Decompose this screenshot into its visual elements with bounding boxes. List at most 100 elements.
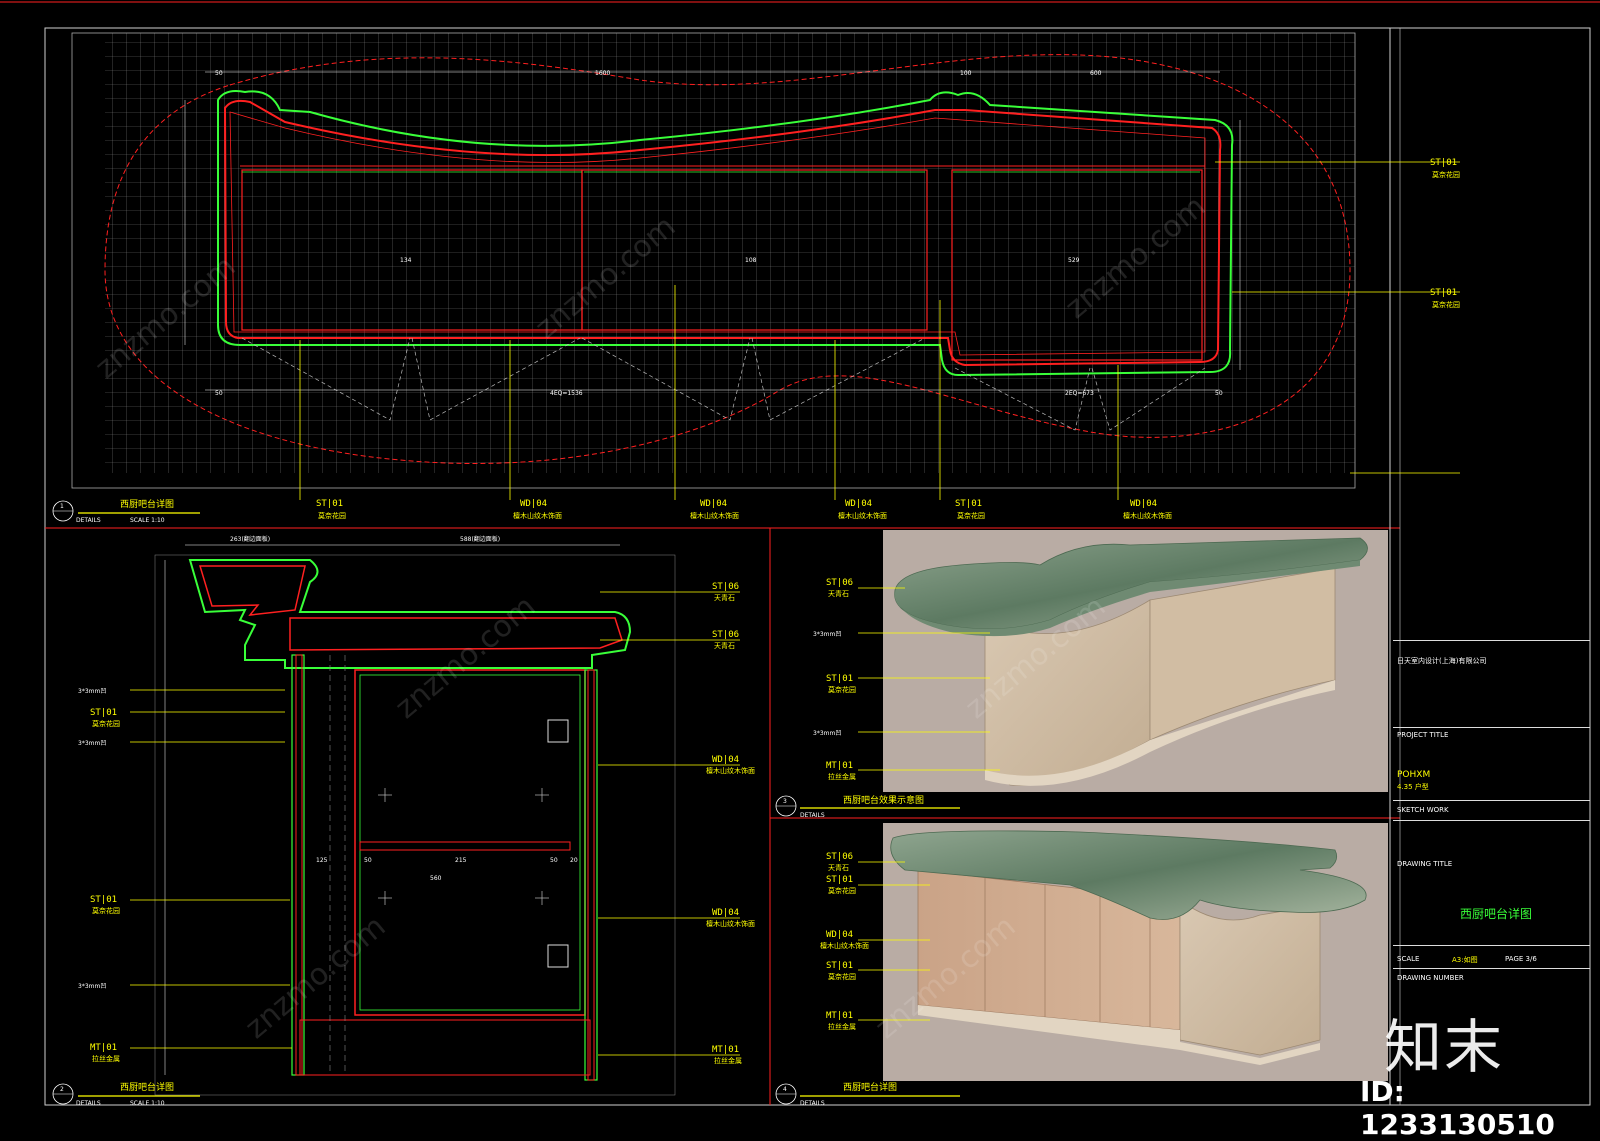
material-tag: WD|04	[520, 499, 547, 509]
section-dim: 20	[570, 857, 578, 864]
material-tag: WD|04	[845, 499, 872, 509]
material-name: 天青石	[714, 641, 735, 650]
material-name: 莫奈花园	[957, 511, 985, 520]
plan-view: 134 108 529 1600 50 100 600 4EQ=1536 2EQ…	[52, 32, 1460, 524]
view-label-2: 2 西厨吧台详图 DETAILS SCALE 1:10	[52, 1081, 200, 1107]
material-tag: WD|04	[712, 755, 739, 765]
section-right-tags: ST|06 天青石 ST|06 天青石 WD|04 檀木山纹木饰面 WD|04 …	[706, 582, 755, 1065]
material-tag: ST|06	[712, 630, 739, 640]
material-tag: WD|04	[826, 930, 853, 940]
artwork-label: SKETCH WORK	[1397, 806, 1449, 814]
material-tag: WD|04	[712, 908, 739, 918]
material-name: 天青石	[828, 863, 849, 872]
render-view-3: ST|06 天青石 3*3mm凹 ST|01 莫奈花园 3*3mm凹 MT|01…	[775, 530, 1388, 819]
plan-dim: 4EQ=1536	[550, 390, 583, 397]
section-left-tags: 3*3mm凹 ST|01 莫奈花园 3*3mm凹 ST|01 莫奈花园 3*3m…	[78, 688, 120, 1063]
material-tag: ST|01	[1430, 158, 1457, 168]
material-tag: MT|01	[712, 1045, 739, 1055]
section-view: 263(翻边面板) 588(翻边面板) 560 50 215 50 20 125…	[52, 535, 755, 1107]
section-dim: 588(翻边面板)	[460, 535, 500, 543]
material-name: 拉丝金属	[714, 1056, 742, 1065]
svg-text:DETAILS: DETAILS	[800, 812, 825, 819]
render-bottom-tags: ST|06 天青石 ST|01 莫奈花园 WD|04 檀木山纹木饰面 ST|01…	[820, 852, 869, 1031]
render-view-4: ST|06 天青石 ST|01 莫奈花园 WD|04 檀木山纹木饰面 ST|01…	[775, 823, 1388, 1107]
drawing-title: 西厨吧台详图	[1460, 907, 1533, 921]
view-title: 西厨吧台效果示意图	[843, 794, 924, 806]
material-name: 檀木山纹木饰面	[820, 941, 869, 950]
company-name: 日天室内设计(上海)有限公司	[1397, 657, 1487, 665]
svg-text:DETAILS: DETAILS	[800, 1100, 825, 1107]
material-name: 莫奈花园	[318, 511, 346, 520]
material-name: 莫奈花园	[1432, 300, 1460, 309]
plan-dim: 50	[215, 390, 223, 397]
plan-dim: 529	[1068, 257, 1080, 264]
svg-text:2: 2	[60, 1086, 64, 1093]
brand-logo: 知末	[1383, 1013, 1504, 1081]
material-name: 天青石	[714, 593, 735, 602]
svg-text:SCALE 1:10: SCALE 1:10	[130, 517, 165, 524]
view-title: 西厨吧台详图	[120, 1081, 174, 1093]
plan-dim: 50	[215, 70, 223, 77]
section-dim: 215	[455, 857, 467, 864]
material-tag: ST|01	[90, 895, 117, 905]
project-code: POHXM	[1397, 770, 1431, 780]
material-name: 天青石	[828, 589, 849, 598]
plan-dim: 50	[1215, 390, 1223, 397]
plan-grid	[105, 33, 1355, 473]
material-tag: ST|01	[316, 499, 343, 509]
material-name: 莫奈花园	[1432, 170, 1460, 179]
material-name: 拉丝金属	[828, 772, 856, 781]
material-name: 莫奈花园	[92, 719, 120, 728]
material-tag: WD|04	[1130, 499, 1157, 509]
svg-text:DETAILS: DETAILS	[76, 517, 101, 524]
plan-dim: 2EQ=673	[1065, 390, 1094, 397]
material-tag: ST|01	[826, 961, 853, 971]
view-label-1: 1 西厨吧台详图 DETAILS SCALE 1:10	[52, 498, 200, 524]
material-tag: ST|06	[826, 578, 853, 588]
section-dim: 50	[550, 857, 558, 864]
view-title: 西厨吧台详图	[120, 498, 174, 510]
plan-dim: 108	[745, 257, 757, 264]
svg-text:DETAILS: DETAILS	[76, 1100, 101, 1107]
material-name: 檀木山纹木饰面	[706, 766, 755, 775]
material-name: 拉丝金属	[828, 1022, 856, 1031]
material-tag: ST|06	[712, 582, 739, 592]
project-title-label: PROJECT TITLE	[1397, 731, 1449, 739]
id-label: ID: 1233130510	[1360, 1075, 1555, 1141]
plan-dim: 600	[1090, 70, 1102, 77]
view-label-3: 3 西厨吧台效果示意图 DETAILS	[775, 794, 960, 819]
groove-note: 3*3mm凹	[78, 983, 106, 990]
drawing-sheet: 134 108 529 1600 50 100 600 4EQ=1536 2EQ…	[0, 1, 1600, 1107]
groove-note: 3*3mm凹	[813, 730, 841, 737]
material-tag: MT|01	[90, 1043, 117, 1053]
material-name: 莫奈花园	[828, 685, 856, 694]
svg-text:3: 3	[783, 798, 787, 805]
material-name: 檀木山纹木饰面	[838, 511, 887, 520]
material-name: 莫奈花园	[828, 972, 856, 981]
material-name: 檀木山纹木饰面	[706, 919, 755, 928]
drawing-number-label: DRAWING NUMBER	[1397, 974, 1464, 982]
material-name: 莫奈花园	[828, 886, 856, 895]
material-tag: ST|01	[955, 499, 982, 509]
material-tag: ST|01	[826, 875, 853, 885]
plan-dim: 100	[960, 70, 972, 77]
material-tag: ST|06	[826, 852, 853, 862]
svg-text:1: 1	[60, 503, 64, 510]
material-name: 莫奈花园	[92, 906, 120, 915]
plan-dim: 1600	[595, 70, 610, 77]
view-title: 西厨吧台详图	[843, 1081, 897, 1093]
section-dim: 50	[364, 857, 372, 864]
material-tag: MT|01	[826, 1011, 853, 1021]
material-name: 檀木山纹木饰面	[1123, 511, 1172, 520]
material-name: 檀木山纹木饰面	[690, 511, 739, 520]
material-tag: WD|04	[700, 499, 727, 509]
groove-note: 3*3mm凹	[813, 631, 841, 638]
material-tag: ST|01	[826, 674, 853, 684]
page-number: PAGE 3/6	[1505, 955, 1537, 963]
plan-dim: 134	[400, 257, 412, 264]
section-dim: 263(翻边面板)	[230, 535, 270, 543]
project-subtitle: 4.35 户型	[1397, 783, 1429, 791]
drawing-title-label: DRAWING TITLE	[1397, 860, 1453, 868]
section-dim: 125	[316, 857, 328, 864]
scale-value: A3:如图	[1452, 956, 1478, 964]
